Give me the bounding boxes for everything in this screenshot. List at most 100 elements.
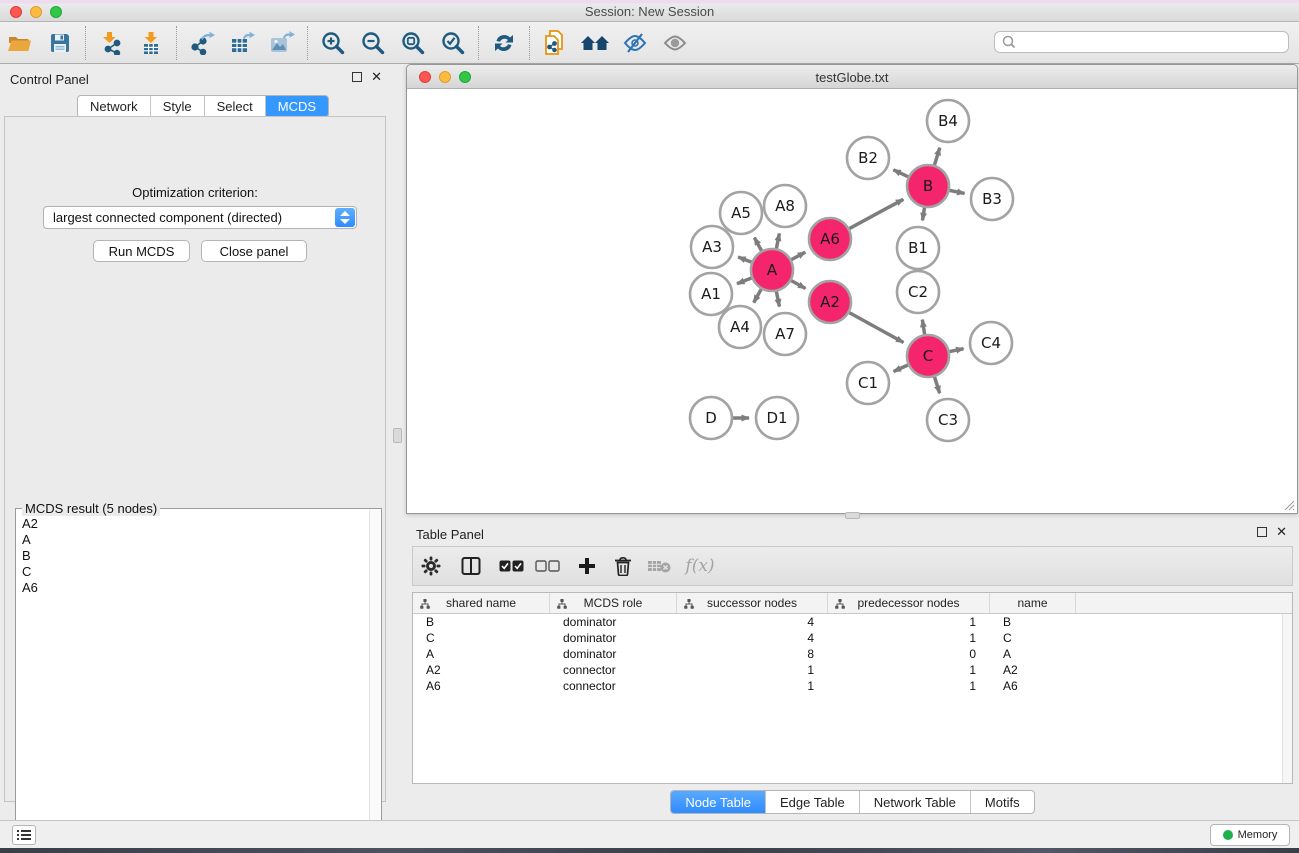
memory-button[interactable]: Memory [1210, 824, 1290, 846]
select-all-button[interactable] [493, 549, 529, 583]
table-cell[interactable]: A6 [413, 678, 550, 694]
graph-node-A2[interactable]: A2 [809, 281, 851, 323]
graph-edge-A-A8[interactable] [776, 233, 779, 248]
tab-mcds[interactable]: MCDS [266, 96, 328, 117]
graph-edge-B-B3[interactable] [950, 190, 965, 193]
result-scrollbar[interactable] [369, 510, 380, 844]
tab-network[interactable]: Network [78, 96, 151, 117]
table-cell[interactable]: 4 [677, 630, 828, 646]
export-image-button[interactable] [262, 25, 302, 61]
window-resize-grip[interactable] [1281, 497, 1295, 511]
mcds-result-item[interactable]: B [22, 548, 363, 564]
graph-node-A1[interactable]: A1 [690, 273, 732, 315]
close-panel-icon[interactable]: ✕ [371, 72, 382, 82]
graph-node-A4[interactable]: A4 [719, 306, 761, 348]
graph-node-A7[interactable]: A7 [764, 313, 806, 355]
table-cell[interactable]: A [990, 646, 1076, 662]
mcds-result-item[interactable]: A [22, 532, 363, 548]
zoom-selected-button[interactable] [433, 25, 473, 61]
duplicate-network-button[interactable] [535, 25, 575, 61]
table-row[interactable]: A6connector11A6 [413, 678, 1292, 694]
graph-node-A5[interactable]: A5 [720, 192, 762, 234]
horizontal-split-handle[interactable] [845, 512, 860, 519]
table-cell[interactable]: connector [550, 678, 677, 694]
column-header-shared-name[interactable]: shared name [413, 593, 550, 613]
graph-node-C4[interactable]: C4 [970, 322, 1012, 364]
delete-column-button[interactable] [605, 549, 641, 583]
tab-network-table[interactable]: Network Table [860, 791, 971, 813]
graph-node-A[interactable]: A [751, 249, 793, 291]
tab-select[interactable]: Select [205, 96, 266, 117]
network-window-titlebar[interactable]: testGlobe.txt [407, 65, 1297, 89]
search-input[interactable] [1020, 33, 1288, 51]
close-panel-icon[interactable]: ✕ [1276, 527, 1287, 537]
graph-edge-A-A1[interactable] [737, 278, 751, 284]
column-header-predecessor-nodes[interactable]: predecessor nodes [828, 593, 990, 613]
graph-edge-B-B1[interactable] [922, 208, 924, 221]
graph-edge-C-C1[interactable] [894, 365, 908, 371]
table-cell[interactable]: A2 [990, 662, 1076, 678]
graph-node-B4[interactable]: B4 [927, 100, 969, 142]
graph-node-C2[interactable]: C2 [897, 271, 939, 313]
graph-edge-B-B2[interactable] [893, 170, 908, 177]
run-mcds-button[interactable]: Run MCDS [93, 240, 190, 262]
tab-motifs[interactable]: Motifs [971, 791, 1034, 813]
graph-edge-B-B4[interactable] [934, 148, 939, 165]
show-graphics-details-button[interactable] [655, 25, 695, 61]
column-header-name[interactable]: name [990, 593, 1076, 613]
table-row[interactable]: A2connector11A2 [413, 662, 1292, 678]
table-cell[interactable]: 1 [828, 678, 990, 694]
criterion-dropdown[interactable]: largest connected component (directed) [43, 206, 357, 229]
table-cell[interactable]: 1 [828, 630, 990, 646]
graph-edge-C-C2[interactable] [922, 320, 924, 335]
column-header-MCDS-role[interactable]: MCDS role [550, 593, 677, 613]
table-cell[interactable]: connector [550, 662, 677, 678]
table-cell[interactable]: 4 [677, 614, 828, 630]
graph-edge-A6-B[interactable] [849, 199, 903, 228]
table-cell[interactable]: 1 [828, 614, 990, 630]
zoom-out-button[interactable] [353, 25, 393, 61]
zoom-fit-button[interactable] [393, 25, 433, 61]
graph-edge-A-A6[interactable] [791, 252, 805, 259]
table-cell[interactable]: 1 [677, 678, 828, 694]
save-session-button[interactable] [40, 25, 80, 61]
table-cell[interactable]: 0 [828, 646, 990, 662]
mcds-result-item[interactable]: C [22, 564, 363, 580]
graph-edge-C-C4[interactable] [950, 349, 964, 352]
mcds-result-item[interactable]: A2 [22, 516, 363, 532]
table-cell[interactable]: 8 [677, 646, 828, 662]
graph-edge-A-A4[interactable] [754, 289, 762, 302]
graph-node-B2[interactable]: B2 [847, 137, 889, 179]
graph-node-B3[interactable]: B3 [971, 178, 1013, 220]
open-session-button[interactable] [0, 25, 40, 61]
zoom-in-button[interactable] [313, 25, 353, 61]
graph-edge-A-A5[interactable] [754, 238, 761, 251]
graph-node-A6[interactable]: A6 [809, 218, 851, 260]
home-views-button[interactable] [575, 25, 615, 61]
table-row[interactable]: Bdominator41B [413, 614, 1292, 630]
network-canvas[interactable]: B4B2BB3A5A8A6A3B1AA1C2A2A4A7C4CC1DD1C3 [407, 89, 1297, 513]
close-panel-button[interactable]: Close panel [201, 240, 307, 262]
table-cell[interactable]: 1 [677, 662, 828, 678]
graph-edge-A-A2[interactable] [791, 281, 805, 289]
tab-style[interactable]: Style [151, 96, 205, 117]
table-cell[interactable]: C [990, 630, 1076, 646]
graph-node-D1[interactable]: D1 [756, 397, 798, 439]
export-table-button[interactable] [222, 25, 262, 61]
graph-node-C[interactable]: C [907, 335, 949, 377]
graph-edge-A2-C[interactable] [849, 313, 903, 343]
graph-node-B1[interactable]: B1 [897, 227, 939, 269]
table-row[interactable]: Adominator80A [413, 646, 1292, 662]
tab-edge-table[interactable]: Edge Table [766, 791, 860, 813]
table-cell[interactable]: 1 [828, 662, 990, 678]
search-field[interactable] [994, 31, 1289, 53]
float-panel-icon[interactable] [352, 72, 362, 82]
create-column-button[interactable] [569, 549, 605, 583]
float-panel-icon[interactable] [1257, 527, 1267, 537]
graph-edge-A-A7[interactable] [776, 292, 779, 307]
graph-node-A3[interactable]: A3 [691, 226, 733, 268]
table-cell[interactable]: A2 [413, 662, 550, 678]
column-settings-button[interactable] [413, 549, 449, 583]
table-cell[interactable]: A [413, 646, 550, 662]
table-cell[interactable]: dominator [550, 614, 677, 630]
